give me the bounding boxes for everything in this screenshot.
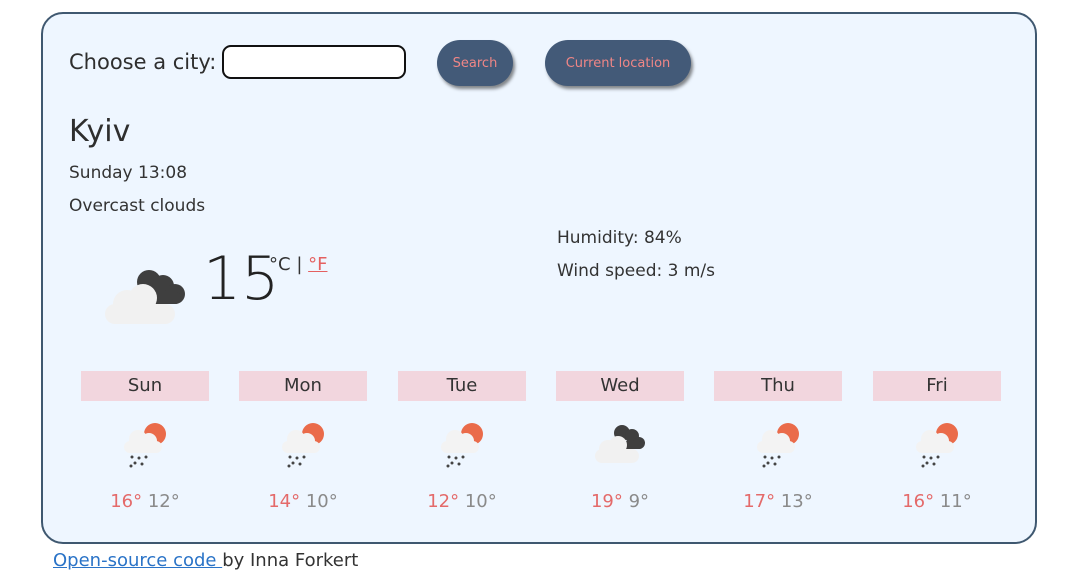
forecast-max-temp: 17° — [743, 491, 776, 512]
search-form: Choose a city: — [69, 42, 407, 82]
forecast-temps: 17° 13° — [714, 491, 842, 512]
forecast-day-name: Thu — [714, 371, 842, 401]
current-location-button[interactable]: Current location — [545, 40, 691, 86]
date-time: Sunday 13:08 — [69, 163, 188, 183]
current-temperature: 15 — [203, 244, 280, 314]
humidity: Humidity: 84% — [557, 228, 682, 248]
forecast-temps: 12° 10° — [398, 491, 526, 512]
unit-separator: | — [296, 254, 303, 275]
forecast: Sun 16° 12° Mon 14° 10° Tue 12° 10° Wed … — [81, 371, 1003, 521]
source-code-link[interactable]: Open-source code — [53, 550, 222, 571]
rain-sun-icon — [916, 423, 958, 468]
rain-sun-icon — [757, 423, 799, 468]
forecast-temps: 19° 9° — [556, 491, 684, 512]
search-button[interactable]: Search — [437, 40, 513, 86]
forecast-day-name: Fri — [873, 371, 1001, 401]
forecast-temps: 16° 11° — [873, 491, 1001, 512]
weather-card: Choose a city: Search Current location K… — [41, 12, 1037, 544]
forecast-max-temp: 16° — [110, 491, 143, 512]
forecast-min-temp: 10° — [464, 491, 497, 512]
forecast-day: Thu 17° 13° — [714, 371, 842, 521]
forecast-day-name: Wed — [556, 371, 684, 401]
forecast-day: Fri 16° 11° — [873, 371, 1001, 521]
unit-fahrenheit-link[interactable]: °F — [308, 254, 327, 275]
forecast-temps: 14° 10° — [239, 491, 367, 512]
author-credit: by Inna Forkert — [222, 550, 359, 571]
rain-sun-icon — [282, 423, 324, 468]
forecast-max-temp: 16° — [902, 491, 935, 512]
city-label: Choose a city: — [69, 50, 217, 74]
forecast-day: Tue 12° 10° — [398, 371, 526, 521]
forecast-temps: 16° 12° — [81, 491, 209, 512]
weather-description: Overcast clouds — [69, 196, 206, 216]
wind-speed: Wind speed: 3 m/s — [557, 261, 715, 281]
unit-toggle: °C | °F — [269, 254, 327, 275]
overcast-clouds-icon — [105, 270, 185, 324]
overcast-clouds-icon — [595, 425, 645, 463]
forecast-max-temp: 19° — [590, 491, 623, 512]
forecast-day-name: Mon — [239, 371, 367, 401]
forecast-min-temp: 12° — [147, 491, 180, 512]
forecast-min-temp: 10° — [305, 491, 338, 512]
forecast-day: Mon 14° 10° — [239, 371, 367, 521]
forecast-day-name: Sun — [81, 371, 209, 401]
unit-celsius[interactable]: °C — [269, 254, 291, 275]
forecast-min-temp: 11° — [939, 491, 972, 512]
forecast-min-temp: 13° — [780, 491, 813, 512]
forecast-day-name: Tue — [398, 371, 526, 401]
footer: Open-source code by Inna Forkert — [53, 550, 358, 571]
forecast-day: Wed 19° 9° — [556, 371, 684, 521]
city-search-input[interactable] — [222, 45, 407, 79]
city-name: Kyiv — [69, 114, 131, 149]
forecast-min-temp: 9° — [628, 491, 650, 512]
forecast-max-temp: 12° — [427, 491, 460, 512]
rain-sun-icon — [441, 423, 483, 468]
forecast-max-temp: 14° — [268, 491, 301, 512]
rain-sun-icon — [124, 423, 166, 468]
forecast-day: Sun 16° 12° — [81, 371, 209, 521]
